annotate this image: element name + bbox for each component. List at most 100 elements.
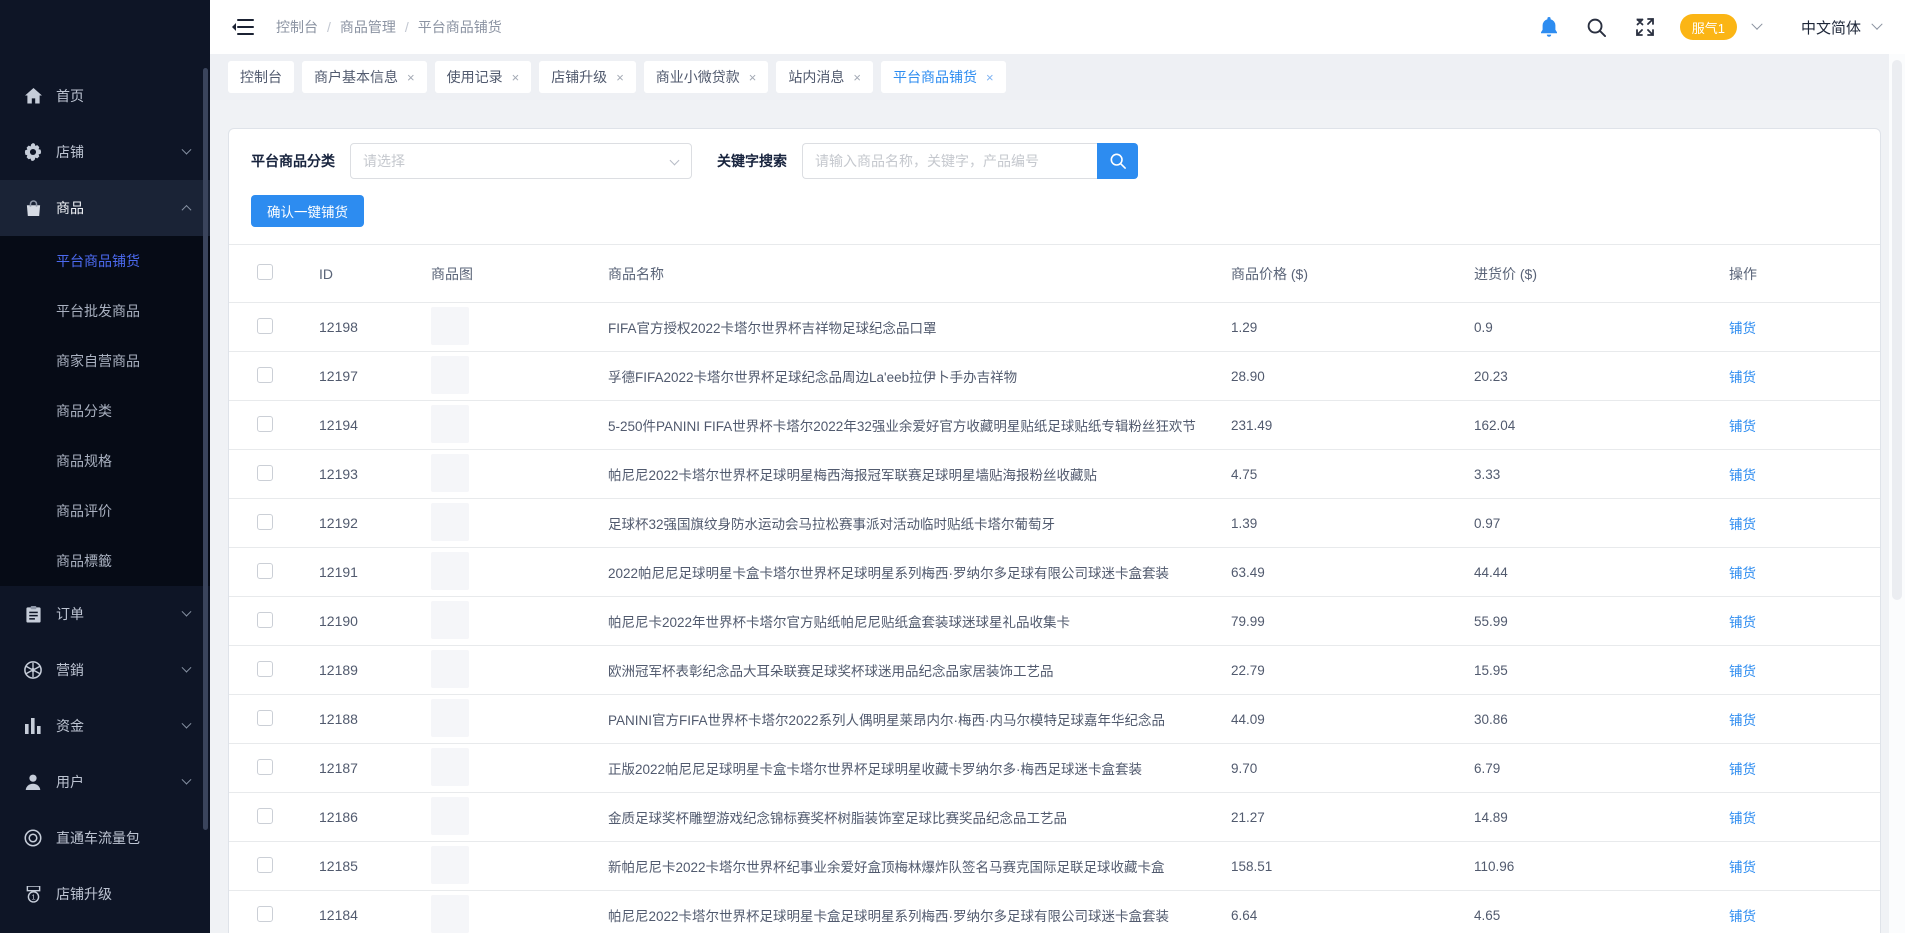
row-checkbox[interactable] [257,416,273,432]
product-cost: 30.86 [1474,712,1729,727]
close-icon[interactable]: × [749,71,757,84]
close-icon[interactable]: × [407,71,415,84]
keyword-search-group [802,143,1138,179]
stock-action-link[interactable]: 铺货 [1729,517,1756,532]
submenu-item[interactable]: 平台批发商品 [0,286,210,336]
sidebar-item-funds[interactable]: 资金 [0,698,210,754]
breadcrumb-item[interactable]: 平台商品铺货 [418,17,502,37]
sidebar-item-shop[interactable]: 店铺 [0,124,210,180]
product-price: 44.09 [1231,712,1474,727]
page-tab[interactable]: 控制台 [228,61,294,93]
row-checkbox[interactable] [257,318,273,334]
row-checkbox[interactable] [257,661,273,677]
confirm-bulk-stock-button[interactable]: 确认一键铺货 [251,195,364,227]
row-checkbox[interactable] [257,612,273,628]
stock-action-link[interactable]: 铺货 [1729,664,1756,679]
close-icon[interactable]: × [853,71,861,84]
sidebar-item-shop-upgrade[interactable]: 1 店铺升级 [0,866,210,922]
close-icon[interactable]: × [512,71,520,84]
sidebar-item-users[interactable]: 用户 [0,754,210,810]
stock-action-link[interactable]: 铺货 [1729,468,1756,483]
product-price: 4.75 [1231,467,1474,482]
products-table: ID 商品图 商品名称 商品价格 ($) 进货价 ($) 操作 12198 [229,244,1880,933]
category-select[interactable]: 请选择 [350,143,692,179]
user-badge[interactable]: 服气1 [1680,14,1737,40]
keyword-search-label: 关键字搜索 [717,151,787,171]
notification-bell-icon[interactable] [1538,16,1560,38]
stock-action-link[interactable]: 铺货 [1729,860,1756,875]
breadcrumb-item[interactable]: 控制台 [276,17,318,37]
submenu-item-label: 商品评价 [56,503,112,519]
page-tab[interactable]: 商业小微贷款 × [644,61,769,93]
sidebar-item-marketing[interactable]: 营銷 [0,642,210,698]
close-icon[interactable]: × [986,71,994,84]
sidebar-item-orders[interactable]: 订单 [0,586,210,642]
search-button[interactable] [1097,143,1138,179]
stock-action-link[interactable]: 铺货 [1729,321,1756,336]
stock-action-link[interactable]: 铺货 [1729,566,1756,581]
page-tab[interactable]: 店铺升级 × [539,61,636,93]
product-name: 孚德FIFA2022卡塔尔世界杯足球纪念品周边La'eeb拉伊卜手办吉祥物 [608,366,1231,386]
product-image-placeholder [431,650,469,688]
product-image-placeholder [431,748,469,786]
stock-action-link[interactable]: 铺货 [1729,615,1756,630]
product-id: 12194 [301,417,431,433]
submenu-item[interactable]: 商品规格 [0,436,210,486]
collapse-menu-icon[interactable] [232,19,254,36]
sidebar-item-traffic-pack[interactable]: 直通车流量包 [0,810,210,866]
stock-action-link[interactable]: 铺货 [1729,370,1756,385]
chevron-down-icon [670,156,680,166]
page-scrollbar-thumb[interactable] [1892,60,1902,600]
breadcrumb: 控制台 / 商品管理 / 平台商品铺货 [276,17,502,37]
row-checkbox[interactable] [257,710,273,726]
page-tab[interactable]: 站内消息 × [776,61,873,93]
stock-action-link[interactable]: 铺货 [1729,713,1756,728]
row-checkbox[interactable] [257,563,273,579]
fullscreen-icon[interactable] [1634,16,1656,38]
search-icon[interactable] [1586,16,1608,38]
product-image-placeholder [431,405,469,443]
breadcrumb-separator: / [327,19,331,35]
sidebar-item-label: 首页 [56,86,84,106]
row-checkbox[interactable] [257,367,273,383]
product-name: 帕尼尼2022卡塔尔世界杯足球明星卡盒足球明星系列梅西·罗纳尔多足球有限公司球迷… [608,905,1231,925]
page-scrollbar[interactable] [1889,54,1905,933]
page-tab[interactable]: 商户基本信息 × [302,61,427,93]
tab-label: 平台商品铺货 [893,67,977,87]
submenu-item[interactable]: 商品標籤 [0,536,210,586]
breadcrumb-item[interactable]: 商品管理 [340,17,396,37]
table-row: 12184 帕尼尼2022卡塔尔世界杯足球明星卡盒足球明星系列梅西·罗纳尔多足球… [229,891,1880,933]
select-all-checkbox[interactable] [257,264,273,280]
stock-action-link[interactable]: 铺货 [1729,419,1756,434]
keyword-search-input[interactable] [802,143,1097,179]
row-checkbox[interactable] [257,465,273,481]
row-checkbox[interactable] [257,906,273,922]
sidebar-scrollbar[interactable] [203,68,208,830]
page-tab[interactable]: 使用记录 × [435,61,532,93]
submenu-item[interactable]: 商品评价 [0,486,210,536]
row-checkbox[interactable] [257,514,273,530]
submenu-item[interactable]: 平台商品铺货 [0,236,210,286]
stock-action-link[interactable]: 铺货 [1729,811,1756,826]
stock-action-link[interactable]: 铺货 [1729,762,1756,777]
submenu-item[interactable]: 商品分类 [0,386,210,436]
row-checkbox[interactable] [257,808,273,824]
wheel-icon [24,661,42,679]
table-header-row: ID 商品图 商品名称 商品价格 ($) 进货价 ($) 操作 [229,245,1880,303]
close-icon[interactable]: × [616,71,624,84]
page-tab[interactable]: 平台商品铺货 × [881,61,1006,93]
language-selector[interactable]: 中文简体 [1801,17,1881,38]
user-menu-chevron-down-icon[interactable] [1751,19,1762,30]
column-header-cost: 进货价 ($) [1474,264,1729,284]
submenu-item[interactable]: 商家自营商品 [0,336,210,386]
row-checkbox[interactable] [257,759,273,775]
product-name: 正版2022帕尼尼足球明星卡盒卡塔尔世界杯足球明星收藏卡罗纳尔多·梅西足球迷卡盒… [608,758,1231,778]
row-checkbox[interactable] [257,857,273,873]
product-price: 21.27 [1231,810,1474,825]
product-price: 231.49 [1231,418,1474,433]
stock-action-link[interactable]: 铺货 [1729,909,1756,924]
table-row: 12191 2022帕尼尼足球明星卡盒卡塔尔世界杯足球明星系列梅西·罗纳尔多足球… [229,548,1880,597]
sidebar-item-home[interactable]: 首页 [0,68,210,124]
sidebar-item-goods[interactable]: 商品 [0,180,210,236]
product-cost: 55.99 [1474,614,1729,629]
